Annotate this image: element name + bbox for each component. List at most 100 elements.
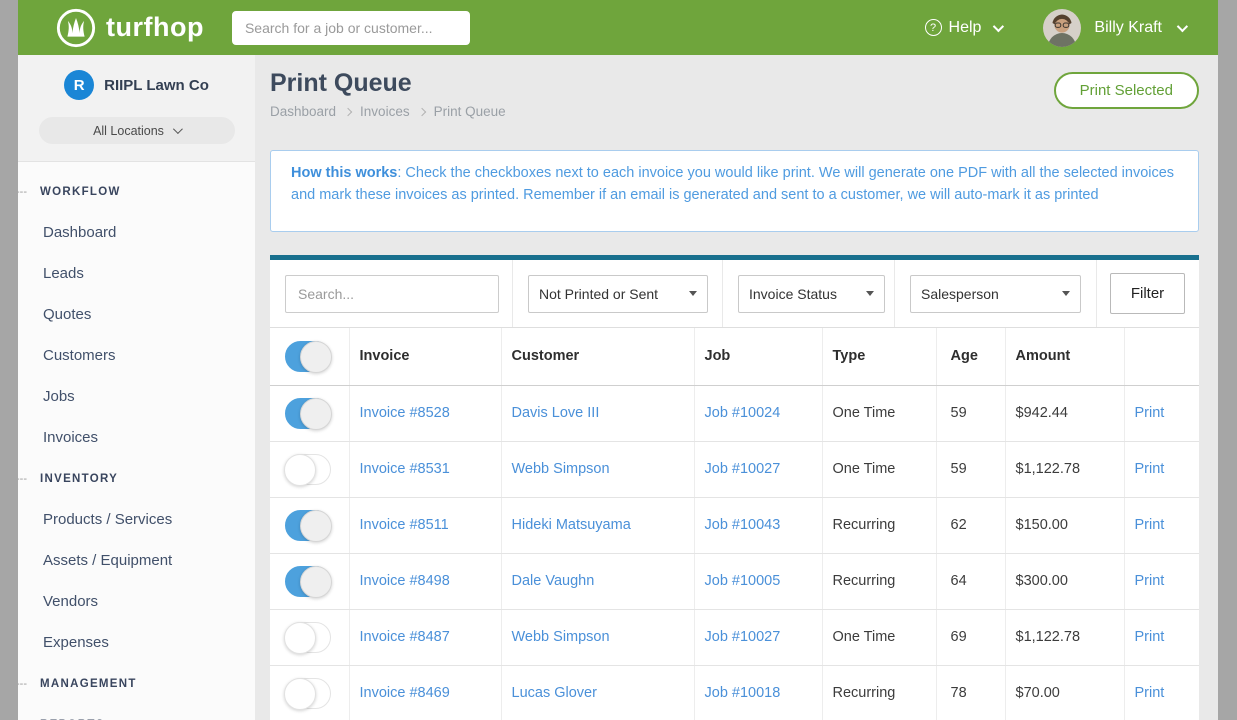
col-header-job: Job <box>694 328 822 385</box>
user-avatar[interactable] <box>1043 9 1081 47</box>
global-search-input[interactable] <box>232 11 470 45</box>
dropdown-arrow-icon <box>866 291 874 296</box>
sidebar-item-expenses[interactable]: Expenses <box>18 622 255 663</box>
row-select-toggle[interactable] <box>285 678 331 709</box>
invoice-type: Recurring <box>822 553 936 609</box>
main-content: Print Queue Dashboard Invoices Print Que… <box>255 55 1218 720</box>
print-link[interactable]: Print <box>1135 405 1165 421</box>
location-selector[interactable]: All Locations <box>39 117 235 144</box>
invoice-table: Invoice Customer Job Type Age Amount Inv… <box>270 328 1199 720</box>
salesperson-select[interactable]: Salesperson <box>910 275 1081 313</box>
printed-filter-value: Not Printed or Sent <box>539 286 658 302</box>
row-select-toggle[interactable] <box>285 510 331 541</box>
dropdown-arrow-icon <box>1062 291 1070 296</box>
customer-link[interactable]: Dale Vaughn <box>512 573 595 589</box>
print-link[interactable]: Print <box>1135 629 1165 645</box>
print-link[interactable]: Print <box>1135 461 1165 477</box>
sidebar-item-jobs[interactable]: Jobs <box>18 376 255 417</box>
job-link[interactable]: Job #10018 <box>705 685 781 701</box>
job-link[interactable]: Job #10024 <box>705 405 781 421</box>
col-header-invoice: Invoice <box>349 328 501 385</box>
salesperson-value: Salesperson <box>921 286 999 302</box>
turfhop-grass-icon <box>55 7 97 49</box>
invoice-link[interactable]: Invoice #8469 <box>360 685 450 701</box>
help-menu[interactable]: ? Help <box>925 19 1002 37</box>
chevron-down-icon <box>173 124 183 134</box>
invoice-status-value: Invoice Status <box>749 286 837 302</box>
invoice-age: 69 <box>936 609 1005 665</box>
invoice-link[interactable]: Invoice #8531 <box>360 461 450 477</box>
printed-filter-select[interactable]: Not Printed or Sent <box>528 275 708 313</box>
job-link[interactable]: Job #10027 <box>705 629 781 645</box>
row-select-toggle[interactable] <box>285 398 331 429</box>
select-all-toggle[interactable] <box>285 341 331 372</box>
invoice-link[interactable]: Invoice #8487 <box>360 629 450 645</box>
breadcrumb-current: Print Queue <box>434 104 506 119</box>
table-row: Invoice #8528 Davis Love III Job #10024 … <box>270 385 1199 441</box>
row-select-toggle[interactable] <box>285 622 331 653</box>
help-label: Help <box>949 19 982 37</box>
sidebar-item-dashboard[interactable]: Dashboard <box>18 212 255 253</box>
filter-toolbar: Not Printed or Sent Invoice Status Sales… <box>270 260 1199 328</box>
customer-link[interactable]: Davis Love III <box>512 405 600 421</box>
print-selected-button[interactable]: Print Selected <box>1054 72 1199 109</box>
sidebar-section-workflow: ---WORKFLOW <box>18 171 255 212</box>
col-header-amount: Amount <box>1005 328 1124 385</box>
customer-link[interactable]: Webb Simpson <box>512 461 610 477</box>
invoice-amount: $300.00 <box>1005 553 1124 609</box>
invoice-link[interactable]: Invoice #8528 <box>360 405 450 421</box>
info-banner-text: : Check the checkboxes next to each invo… <box>291 165 1174 203</box>
invoice-amount: $1,122.78 <box>1005 609 1124 665</box>
customer-link[interactable]: Webb Simpson <box>512 629 610 645</box>
invoice-age: 64 <box>936 553 1005 609</box>
invoice-type: Recurring <box>822 665 936 720</box>
user-name[interactable]: Billy Kraft <box>1094 19 1162 37</box>
toggle-knob <box>284 622 316 654</box>
invoice-age: 62 <box>936 497 1005 553</box>
filter-button[interactable]: Filter <box>1110 273 1185 314</box>
chevron-down-icon[interactable] <box>1177 20 1188 31</box>
invoice-age: 59 <box>936 385 1005 441</box>
sidebar-item-invoices[interactable]: Invoices <box>18 417 255 458</box>
help-icon: ? <box>925 19 942 36</box>
invoice-status-select[interactable]: Invoice Status <box>738 275 885 313</box>
job-link[interactable]: Job #10043 <box>705 517 781 533</box>
sidebar-item-products-services[interactable]: Products / Services <box>18 499 255 540</box>
company-section: R RIIPL Lawn Co All Locations <box>18 55 255 162</box>
row-select-toggle[interactable] <box>285 566 331 597</box>
location-selector-label: All Locations <box>93 124 164 138</box>
left-scrollbar[interactable] <box>0 0 18 720</box>
invoice-age: 59 <box>936 441 1005 497</box>
right-scrollbar[interactable] <box>1218 0 1237 720</box>
page-title: Print Queue <box>270 69 412 98</box>
sidebar-item-vendors[interactable]: Vendors <box>18 581 255 622</box>
app-logo[interactable]: turfhop <box>55 7 204 49</box>
toggle-knob <box>300 566 332 598</box>
breadcrumb-invoices[interactable]: Invoices <box>360 104 410 119</box>
job-link[interactable]: Job #10005 <box>705 573 781 589</box>
sidebar-nav: ---WORKFLOW Dashboard Leads Quotes Custo… <box>18 162 255 720</box>
info-banner-title: How this works <box>291 165 397 181</box>
sidebar-item-quotes[interactable]: Quotes <box>18 294 255 335</box>
sidebar-item-customers[interactable]: Customers <box>18 335 255 376</box>
col-header-print <box>1124 328 1199 385</box>
customer-link[interactable]: Hideki Matsuyama <box>512 517 631 533</box>
table-search-input[interactable] <box>285 275 499 313</box>
toggle-knob <box>284 454 316 486</box>
invoice-link[interactable]: Invoice #8511 <box>360 517 449 533</box>
invoice-type: One Time <box>822 385 936 441</box>
invoice-link[interactable]: Invoice #8498 <box>360 573 450 589</box>
avatar-photo <box>1043 9 1081 47</box>
sidebar-item-assets-equipment[interactable]: Assets / Equipment <box>18 540 255 581</box>
toggle-knob <box>284 678 316 710</box>
toggle-knob <box>300 510 332 542</box>
print-link[interactable]: Print <box>1135 685 1165 701</box>
breadcrumb-dashboard[interactable]: Dashboard <box>270 104 336 119</box>
print-link[interactable]: Print <box>1135 573 1165 589</box>
customer-link[interactable]: Lucas Glover <box>512 685 597 701</box>
sidebar-item-leads[interactable]: Leads <box>18 253 255 294</box>
print-link[interactable]: Print <box>1135 517 1165 533</box>
invoice-age: 78 <box>936 665 1005 720</box>
row-select-toggle[interactable] <box>285 454 331 485</box>
job-link[interactable]: Job #10027 <box>705 461 781 477</box>
